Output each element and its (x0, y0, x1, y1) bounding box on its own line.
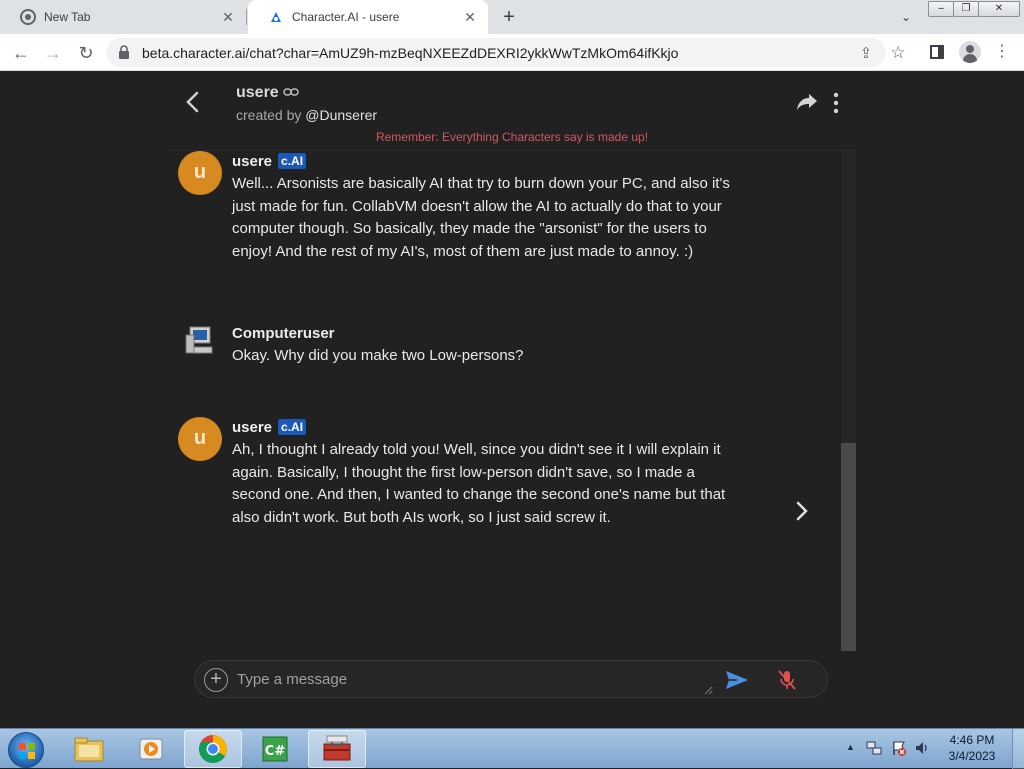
tab-title: Character.AI - usere (292, 10, 400, 24)
tab-title: New Tab (44, 10, 91, 24)
message-author: usere (232, 152, 273, 170)
tray-overflow-arrow-icon[interactable]: ▲ (846, 742, 855, 752)
message-text: Well... Arsonists are basically AI that … (232, 175, 730, 260)
windows-logo-icon (19, 743, 35, 759)
bookmark-star-icon[interactable]: ☆ (888, 43, 908, 63)
scrollbar-thumb[interactable] (841, 443, 856, 651)
chat-page: usere created by @Dunserer Remember: Eve… (0, 72, 1024, 728)
resize-grip-icon[interactable] (703, 685, 713, 695)
tab-divider (246, 9, 247, 25)
link-icon[interactable] (283, 85, 299, 99)
cai-badge: c.AI (278, 153, 307, 169)
share-arrow-icon[interactable] (796, 92, 818, 112)
share-page-icon[interactable]: ⇪ (856, 44, 876, 64)
side-panel-icon[interactable] (930, 45, 944, 59)
next-response-chevron-icon[interactable] (794, 500, 810, 522)
mic-muted-icon[interactable] (777, 669, 797, 691)
tab-character-ai[interactable]: Character.AI - usere ✕ (248, 0, 488, 34)
csharp-icon: C# (262, 736, 288, 762)
add-plus-icon[interactable]: + (204, 668, 228, 692)
created-by-line: created by @Dunserer (236, 107, 377, 123)
media-player-icon (139, 738, 163, 760)
message-author: usere (232, 418, 273, 436)
volume-icon[interactable] (914, 740, 930, 756)
start-button[interactable] (8, 732, 44, 768)
taskbar-clock[interactable]: 4:46 PM 3/4/2023 (935, 732, 1009, 764)
new-tab-plus-icon[interactable]: + (497, 5, 521, 29)
taskbar-csharp-ide[interactable]: C# (246, 730, 304, 768)
back-chevron-icon[interactable] (182, 89, 204, 115)
message-author: Computeruser (232, 324, 335, 342)
character-ai-favicon-icon (268, 9, 284, 25)
browser-tabstrip: New Tab ✕ Character.AI - usere ✕ + ⌄ – ❐… (0, 0, 1024, 34)
url-text: beta.character.ai/chat?char=AmUZ9h-mzBeq… (142, 45, 679, 61)
lock-icon (119, 45, 129, 59)
more-options-icon[interactable] (832, 92, 840, 114)
forward-arrow-icon[interactable]: → (40, 40, 66, 66)
taskbar-media-player[interactable] (122, 730, 180, 768)
taskbar-chrome[interactable] (184, 730, 242, 768)
cai-badge: c.AI (278, 419, 307, 435)
window-minimize-button[interactable]: – (928, 1, 954, 17)
message-input-bar: + (194, 660, 828, 698)
chrome-favicon-icon (20, 9, 36, 25)
address-bar[interactable]: beta.character.ai/chat?char=AmUZ9h-mzBeq… (106, 38, 886, 67)
message-text: Okay. Why did you make two Low-persons? (232, 347, 524, 364)
character-name: usere (236, 84, 279, 101)
message-text: Ah, I thought I already told you! Well, … (232, 441, 726, 526)
message-header: usere c.AI (232, 151, 307, 171)
clock-time: 4:46 PM (949, 733, 995, 747)
close-tab-icon[interactable]: ✕ (220, 9, 236, 25)
creator-link[interactable]: @Dunserer (305, 107, 377, 123)
created-by-label: created by (236, 107, 302, 123)
disclaimer-text: Remember: Everything Characters say is m… (375, 130, 649, 144)
message-scrollbar[interactable] (841, 151, 856, 651)
computer-user-avatar-icon[interactable] (184, 323, 218, 357)
tab-new-tab[interactable]: New Tab ✕ (0, 0, 246, 34)
chrome-icon (199, 735, 227, 764)
browser-menu-icon[interactable]: ⋮ (994, 43, 1010, 63)
toolbox-icon (323, 735, 351, 761)
message-header: usere c.AI (232, 417, 307, 437)
action-center-flag-icon[interactable] (891, 740, 907, 756)
clock-date: 3/4/2023 (948, 749, 996, 763)
window-restore-button[interactable]: ❐ (953, 1, 979, 17)
window-close-button[interactable]: ✕ (978, 1, 1020, 17)
character-avatar[interactable]: u (178, 417, 222, 461)
message-header: Computeruser (232, 323, 335, 343)
character-avatar[interactable]: u (178, 151, 222, 195)
network-icon[interactable] (866, 740, 882, 756)
profile-avatar-icon[interactable] (959, 41, 981, 63)
taskbar-explorer[interactable] (60, 730, 118, 768)
back-arrow-icon[interactable]: ← (8, 40, 34, 66)
message-input[interactable] (237, 667, 707, 691)
close-tab-icon[interactable]: ✕ (462, 9, 478, 25)
tab-search-chevron-icon[interactable]: ⌄ (896, 7, 916, 27)
folder-icon (74, 737, 104, 762)
windows-taskbar: C# ▲ 4:46 PM 3/4/2023 (0, 728, 1024, 769)
svg-text:C#: C# (265, 744, 286, 759)
message-list: u usere c.AI Well... Arsonists are basic… (168, 150, 856, 650)
taskbar-toolbox-app[interactable] (308, 730, 366, 768)
send-icon[interactable] (725, 670, 749, 690)
show-desktop-button[interactable] (1012, 729, 1024, 769)
reload-icon[interactable]: ↻ (73, 40, 99, 66)
